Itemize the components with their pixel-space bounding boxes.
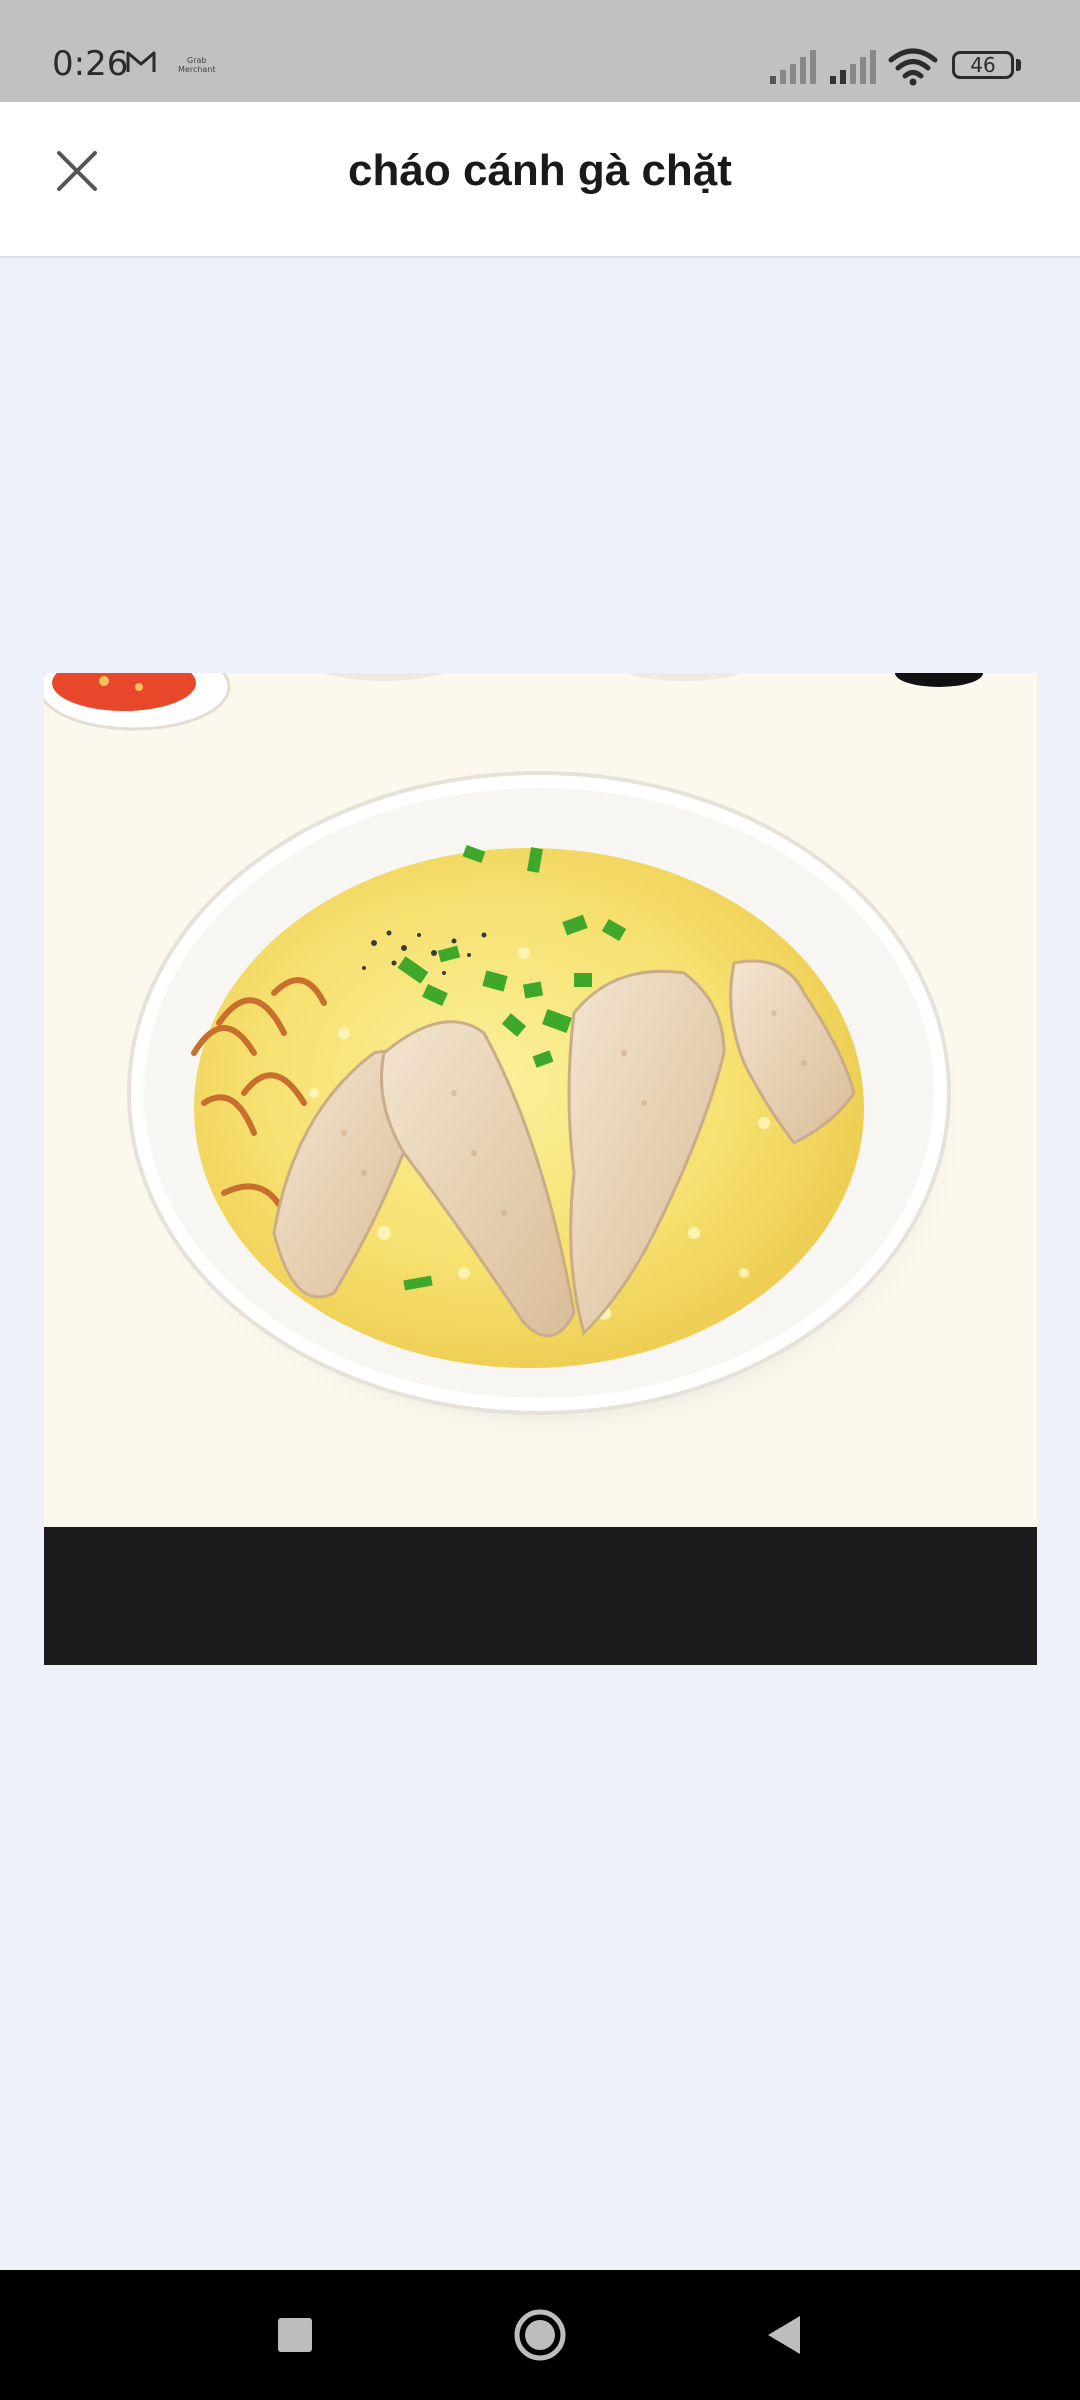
header: cháo cánh gà chặt bbox=[0, 102, 1080, 258]
battery-level: 46 bbox=[970, 53, 996, 77]
status-bar: 0:26 Grab Merchant 46 bbox=[0, 0, 1080, 102]
page-title: cháo cánh gà chặt bbox=[348, 146, 732, 195]
image-caption-strip bbox=[44, 1527, 1037, 1665]
signal-icon bbox=[770, 50, 816, 84]
battery-icon: 46 bbox=[952, 51, 1014, 79]
back-icon[interactable] bbox=[750, 2300, 820, 2370]
signal-icon bbox=[830, 50, 876, 84]
status-time: 0:26 bbox=[52, 44, 129, 84]
grab-merchant-notification-icon: Grab Merchant bbox=[178, 56, 216, 74]
system-navigation-bar bbox=[0, 2270, 1080, 2400]
chicken-porridge-image bbox=[44, 673, 1037, 1527]
recent-apps-icon[interactable] bbox=[260, 2300, 330, 2370]
battery-tip bbox=[1016, 59, 1021, 71]
gmail-icon bbox=[126, 51, 156, 72]
dish-photo bbox=[44, 673, 1037, 1527]
home-icon[interactable] bbox=[505, 2300, 575, 2370]
wifi-icon bbox=[888, 48, 938, 86]
